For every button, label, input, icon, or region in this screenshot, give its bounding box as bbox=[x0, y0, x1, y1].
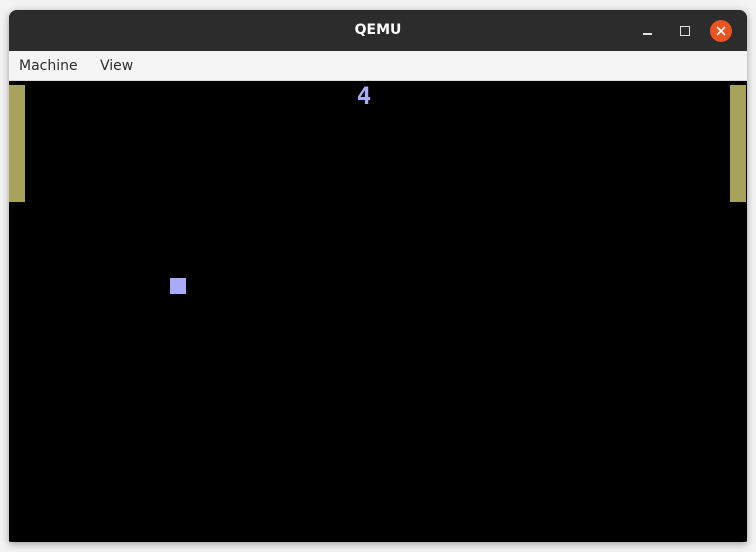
menu-view[interactable]: View bbox=[100, 51, 133, 80]
score-display: 4 bbox=[356, 82, 372, 110]
left-paddle bbox=[9, 85, 25, 202]
maximize-icon bbox=[680, 26, 690, 36]
ball bbox=[170, 278, 186, 294]
minimize-icon bbox=[643, 33, 652, 35]
menu-machine[interactable]: Machine bbox=[19, 51, 78, 80]
right-paddle bbox=[730, 85, 746, 202]
close-button[interactable] bbox=[710, 20, 732, 42]
close-icon bbox=[716, 26, 726, 36]
menu-bar: Machine View bbox=[9, 51, 747, 81]
maximize-button[interactable] bbox=[674, 20, 696, 42]
minimize-button[interactable] bbox=[637, 20, 659, 42]
emulator-screen[interactable]: 4 bbox=[9, 81, 747, 542]
qemu-window: QEMU Machine View 4 bbox=[9, 10, 747, 542]
title-bar[interactable]: QEMU bbox=[9, 10, 747, 51]
